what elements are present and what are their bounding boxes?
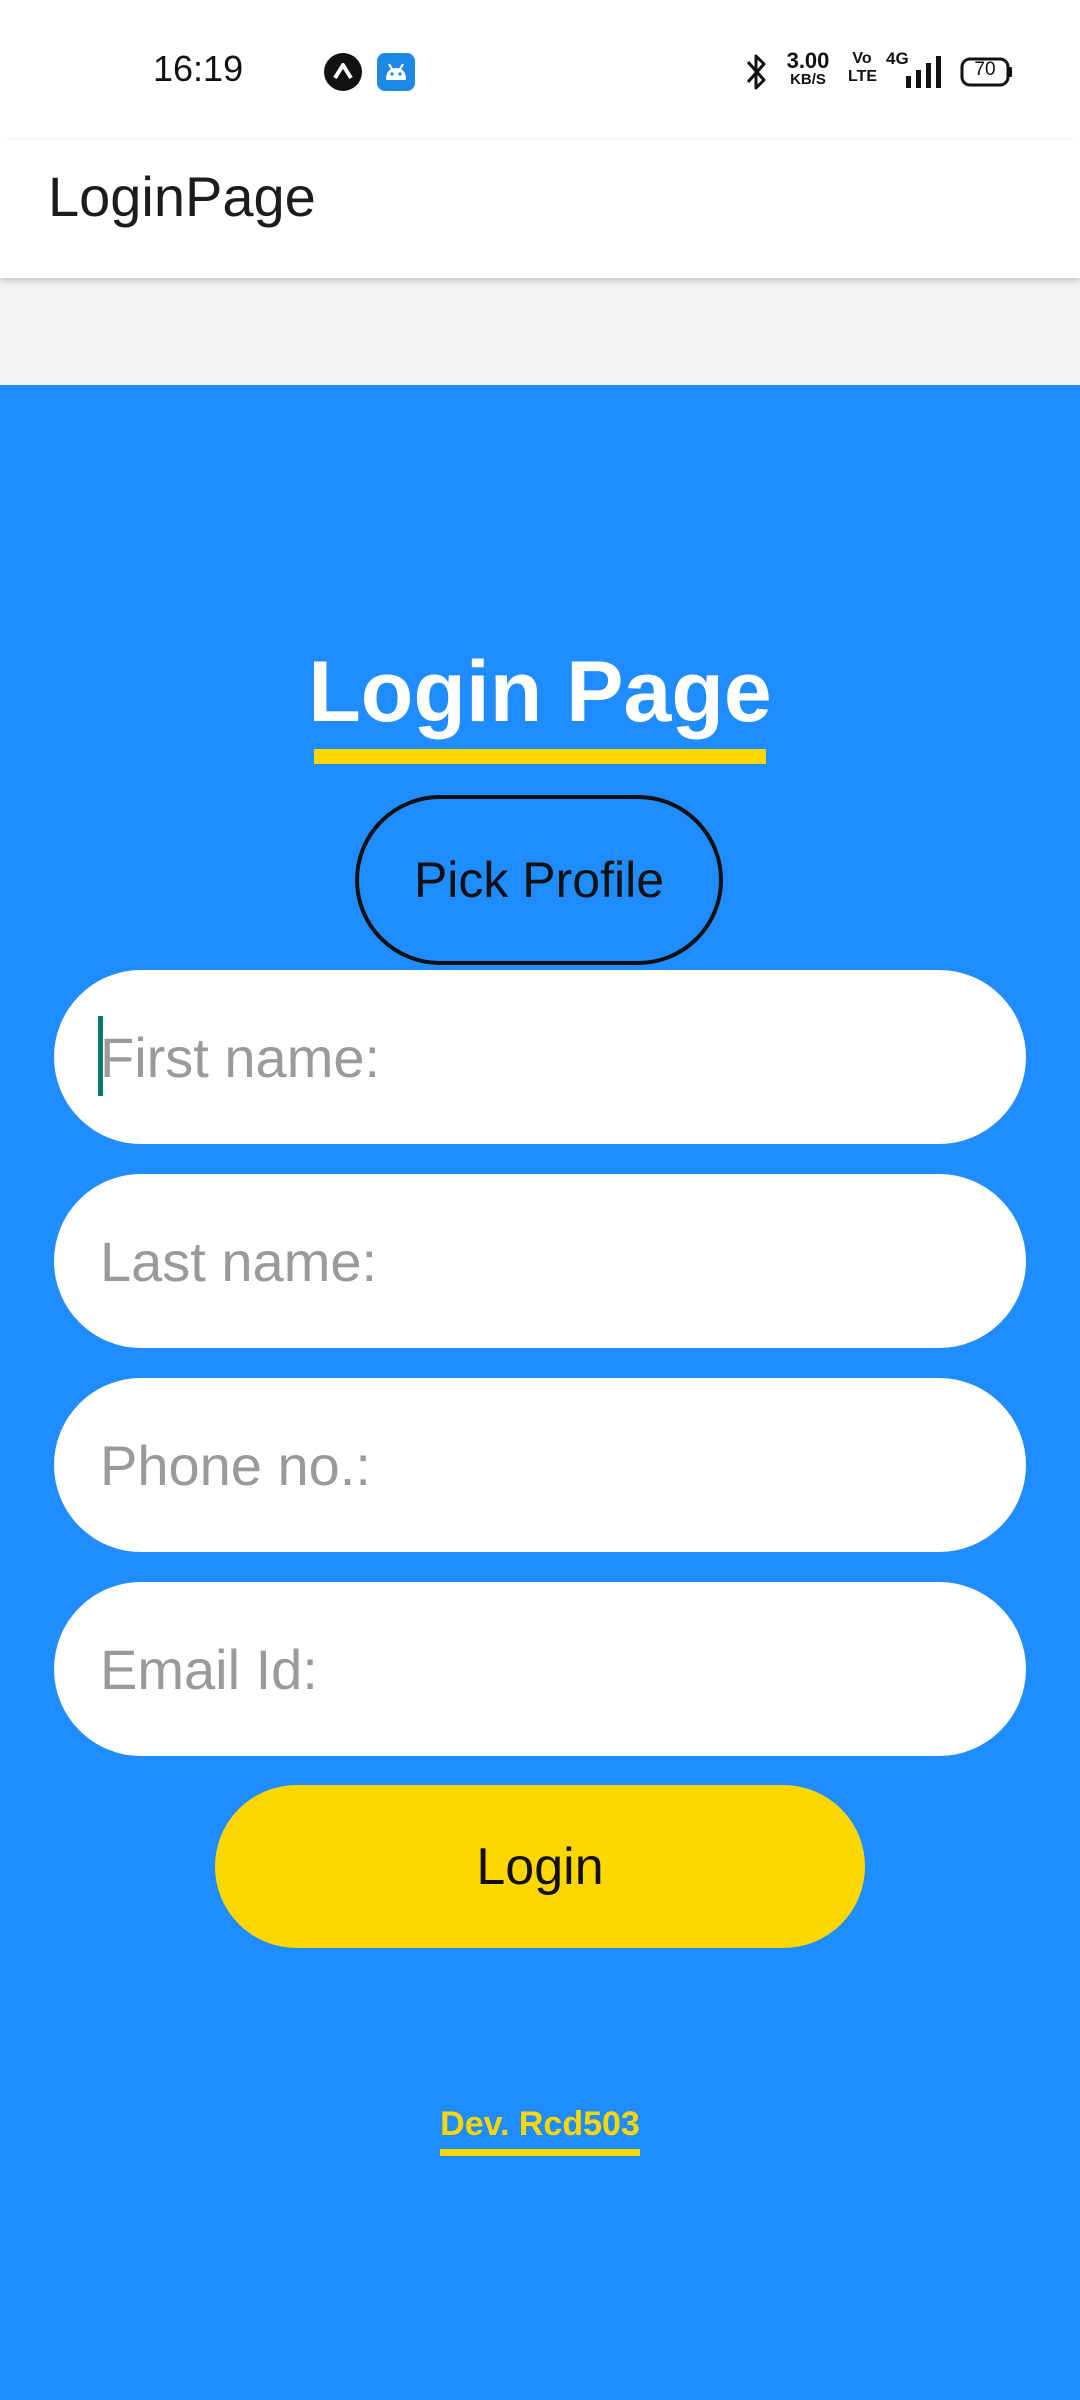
caret-up-badge-icon [324, 53, 362, 91]
volte-indicator: Vo LTE [848, 50, 878, 94]
speed-unit: KB/S [790, 71, 826, 88]
bluetooth-icon [746, 54, 766, 90]
status-time: 16:19 [153, 48, 244, 89]
speed-value: 3.00 [786, 48, 830, 73]
volte-bottom: LTE [848, 68, 878, 85]
phone-field[interactable]: Phone no.: [54, 1378, 1026, 1552]
app-bar: LoginPage [0, 140, 1080, 278]
volte-top: Vo [852, 50, 872, 67]
text-cursor [98, 1016, 103, 1096]
last-name-placeholder: Last name: [100, 1229, 378, 1293]
phone-placeholder: Phone no.: [100, 1433, 371, 1497]
login-button[interactable]: Login [215, 1785, 865, 1948]
email-placeholder: Email Id: [100, 1637, 318, 1701]
pick-profile-button[interactable]: Pick Profile [355, 795, 723, 965]
heading-underline [314, 749, 766, 764]
email-field[interactable]: Email Id: [54, 1582, 1026, 1756]
status-bar: 16:19 3.00 KB/S Vo LTE 4G 70 [0, 0, 1080, 140]
first-name-field[interactable]: First name: [54, 970, 1026, 1144]
signal-icon [906, 56, 941, 88]
first-name-placeholder: First name: [100, 1025, 381, 1089]
developer-credit-underline [440, 2149, 640, 2156]
android-icon [377, 53, 415, 91]
login-screen: Login Page Pick Profile First name: Last… [0, 385, 1080, 2400]
top-spacer [0, 278, 1080, 385]
last-name-field[interactable]: Last name: [54, 1174, 1026, 1348]
developer-credit: Dev. Rcd503 [440, 2105, 640, 2143]
page-heading: Login Page [308, 644, 772, 740]
app-title: LoginPage [48, 165, 316, 228]
battery-level: 70 [974, 59, 996, 80]
network-speed: 3.00 KB/S [780, 50, 836, 94]
